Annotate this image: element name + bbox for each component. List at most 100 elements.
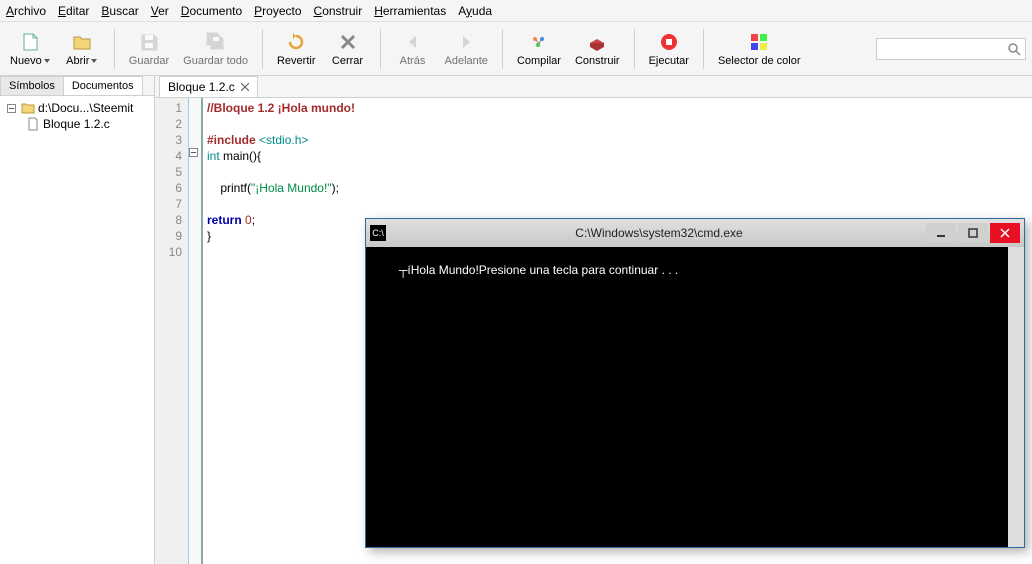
code-area[interactable]: //Bloque 1.2 ¡Hola mundo! #include <stdi…	[203, 98, 359, 564]
toolbar-separator	[114, 29, 115, 69]
menu-editar[interactable]: Editar	[58, 4, 89, 18]
search-icon	[1007, 42, 1021, 56]
file-icon	[26, 117, 40, 131]
fold-marker	[189, 196, 201, 212]
close-button[interactable]	[990, 223, 1020, 243]
toolbar-label: Cerrar	[332, 55, 363, 67]
open-icon	[70, 30, 94, 54]
toolbar-label: Compilar	[517, 55, 561, 67]
code-line	[207, 196, 355, 212]
fold-marker	[189, 244, 201, 260]
fold-marker	[189, 180, 201, 196]
saveall-icon	[204, 30, 228, 54]
code-line: }	[207, 228, 355, 244]
adelante-button[interactable]: Adelante	[441, 26, 492, 72]
console-output[interactable]: ┬íHola Mundo!Presione una tecla para con…	[366, 247, 1024, 547]
fold-marker	[189, 212, 201, 228]
menu-ayuda[interactable]: Ayuda	[458, 4, 492, 18]
menu-proyecto[interactable]: Proyecto	[254, 4, 301, 18]
toolbar-label: Construir	[575, 55, 620, 67]
fwd-icon	[454, 30, 478, 54]
menubar: Archivo Editar Buscar Ver Documento Proyecto C…	[0, 0, 1032, 22]
line-number: 9	[155, 228, 182, 244]
atras-button[interactable]: Atrás	[391, 26, 435, 72]
line-number: 10	[155, 244, 182, 260]
code-line: int main(){	[207, 148, 355, 164]
maximize-button[interactable]	[958, 223, 988, 243]
code-line: //Bloque 1.2 ¡Hola mundo!	[207, 100, 355, 116]
scrollbar[interactable]	[1008, 247, 1024, 547]
code-line	[207, 164, 355, 180]
window-buttons	[924, 223, 1020, 243]
toolbar-separator	[262, 29, 263, 69]
construir-button[interactable]: Construir	[571, 26, 624, 72]
search-input[interactable]	[881, 43, 1003, 55]
fold-marker	[189, 100, 201, 116]
code-line	[207, 244, 355, 260]
selcolor-button[interactable]: Selector de color	[714, 26, 805, 72]
guardar-button[interactable]: Guardar	[125, 26, 173, 72]
sidebar-tabs: SímbolosDocumentos	[0, 76, 154, 96]
console-window[interactable]: C:\ C:\Windows\system32\cmd.exe ┬íHola M…	[365, 218, 1025, 548]
editor-tab[interactable]: Bloque 1.2.c	[159, 76, 258, 97]
toolbar-separator	[703, 29, 704, 69]
menu-herramientas[interactable]: Herramientas	[374, 4, 446, 18]
compilar-button[interactable]: Compilar	[513, 26, 565, 72]
abrir-button[interactable]: Abrir	[60, 26, 104, 72]
menu-buscar[interactable]: Buscar	[101, 4, 138, 18]
guardartodo-button[interactable]: Guardar todo	[179, 26, 252, 72]
tree-file-label: Bloque 1.2.c	[43, 117, 110, 131]
code-line: return 0;	[207, 212, 355, 228]
fold-column	[189, 98, 203, 564]
fold-marker	[189, 116, 201, 132]
line-number: 5	[155, 164, 182, 180]
ejecutar-button[interactable]: Ejecutar	[645, 26, 693, 72]
back-icon	[401, 30, 425, 54]
document-tree: d:\Docu...\Steemit Bloque 1.2.c	[0, 96, 154, 564]
run-icon	[657, 30, 681, 54]
line-number: 4	[155, 148, 182, 164]
toolbar-label: Selector de color	[718, 55, 801, 67]
fold-marker[interactable]	[189, 228, 201, 244]
revertir-button[interactable]: Revertir	[273, 26, 320, 72]
editor-tab-label: Bloque 1.2.c	[168, 80, 235, 94]
toolbar-separator	[380, 29, 381, 69]
code-line	[207, 116, 355, 132]
toolbar-label: Abrir	[66, 55, 97, 67]
compile-icon	[527, 30, 551, 54]
line-gutter: 12345678910	[155, 98, 189, 564]
line-number: 3	[155, 132, 182, 148]
line-number: 8	[155, 212, 182, 228]
tree-folder-row[interactable]: d:\Docu...\Steemit	[2, 100, 152, 116]
new-icon	[18, 30, 42, 54]
nuevo-button[interactable]: Nuevo	[6, 26, 54, 72]
editor-tabs: Bloque 1.2.c	[155, 76, 1032, 98]
minimize-button[interactable]	[926, 223, 956, 243]
collapse-icon	[4, 101, 18, 115]
close-icon	[336, 30, 360, 54]
fold-marker[interactable]	[189, 148, 201, 164]
toolbar-label: Guardar	[129, 55, 169, 67]
menu-archivo[interactable]: Archivo	[6, 4, 46, 18]
menu-construir[interactable]: Construir	[314, 4, 363, 18]
console-titlebar[interactable]: C:\ C:\Windows\system32\cmd.exe	[366, 219, 1024, 247]
search-box[interactable]	[876, 38, 1026, 60]
line-number: 7	[155, 196, 182, 212]
cerrar-button[interactable]: Cerrar	[326, 26, 370, 72]
close-icon[interactable]	[241, 83, 249, 91]
toolbar-label: Revertir	[277, 55, 316, 67]
toolbar: Nuevo Abrir Guardar Guardar todo Revertir Cer…	[0, 22, 1032, 76]
tree-file-row[interactable]: Bloque 1.2.c	[2, 116, 152, 132]
toolbar-separator	[502, 29, 503, 69]
menu-ver[interactable]: Ver	[151, 4, 169, 18]
toolbar-label: Atrás	[400, 55, 426, 67]
code-line: printf("¡Hola Mundo!");	[207, 180, 355, 196]
line-number: 2	[155, 116, 182, 132]
toolbar-label: Adelante	[445, 55, 488, 67]
fold-marker	[189, 132, 201, 148]
sidebar-tab-documentos[interactable]: Documentos	[63, 76, 143, 95]
console-text: ┬íHola Mundo!Presione una tecla para con…	[399, 263, 678, 277]
sidebar-tab-símbolos[interactable]: Símbolos	[0, 76, 64, 95]
folder-icon	[21, 101, 35, 115]
menu-documento[interactable]: Documento	[181, 4, 242, 18]
